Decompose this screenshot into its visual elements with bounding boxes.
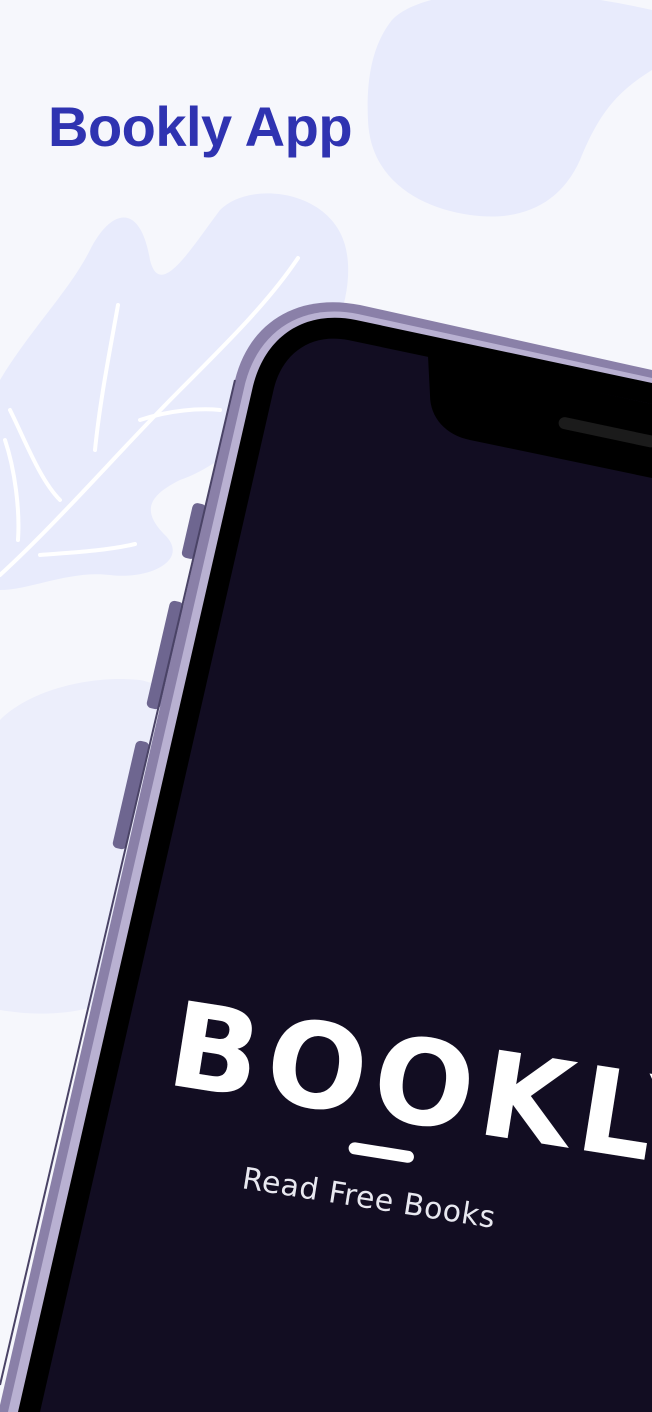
- promo-screen: Bookly App BOOKLY Read Free Books: [0, 0, 652, 1412]
